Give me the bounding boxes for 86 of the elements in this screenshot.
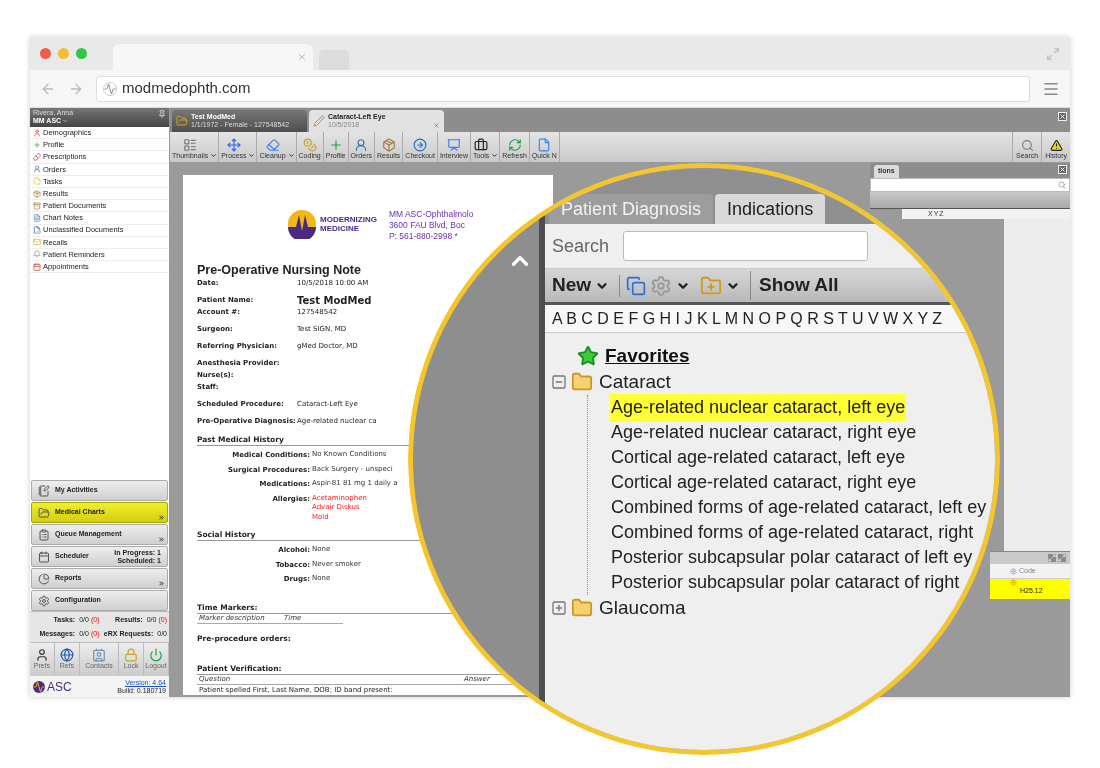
field-value: Test ModMed: [297, 293, 372, 308]
person-icon: [354, 138, 369, 152]
tree-item[interactable]: Age-related nuclear cataract, right eye: [610, 419, 918, 446]
person-icon: [33, 165, 41, 174]
warning-icon: [1049, 139, 1063, 152]
globe-icon: [59, 648, 74, 662]
logo-text: MODERNIZING: [320, 215, 377, 224]
tree-item[interactable]: Posterior subcapsular polar cataract of right: [610, 569, 961, 596]
notebook-icon: [38, 484, 50, 497]
copy-icon[interactable]: [626, 275, 647, 296]
clinic-address: 3600 FAU Blvd, Boc: [388, 220, 466, 231]
dropdown-caret-icon[interactable]: [491, 152, 499, 159]
tree-item[interactable]: Cortical age-related cataract, right eye: [610, 469, 918, 496]
double-chevron-icon: [158, 514, 165, 521]
document-icon: [33, 226, 41, 235]
lock-icon: [124, 648, 139, 662]
gear-icon: [1010, 567, 1017, 575]
search-field[interactable]: [623, 231, 869, 261]
fullscreen-icon[interactable]: [1046, 46, 1060, 61]
address-bar[interactable]: modmedophth.com: [96, 75, 1030, 102]
note-icon: [33, 177, 41, 186]
collapse-icon[interactable]: [551, 374, 567, 390]
pencil-icon: [313, 115, 325, 127]
arrow-circle-icon: [413, 138, 428, 152]
folder-icon: [38, 506, 50, 519]
folder-icon: [571, 371, 593, 393]
tree-item[interactable]: Combined forms of age-related cataract, right: [610, 519, 975, 546]
plus-icon: [328, 138, 343, 152]
clipboard-icon: [38, 528, 50, 541]
search-icon: [1020, 139, 1034, 152]
tree-item[interactable]: Age-related nuclear cataract, left eye: [610, 394, 907, 421]
tree-item[interactable]: Glaucoma: [599, 593, 686, 623]
logo-icon: [287, 209, 317, 239]
clinic-address: MM ASC-Ophthalmolo: [388, 209, 474, 220]
pin-icon[interactable]: [158, 110, 166, 118]
double-chevron-icon: [158, 536, 165, 543]
briefcase-icon: [474, 138, 489, 152]
box-icon: [381, 138, 396, 152]
eraser-icon: [265, 138, 280, 152]
bell-icon: [33, 250, 41, 259]
star-icon: [577, 345, 599, 367]
maximize-icon[interactable]: [1058, 554, 1066, 562]
tree-item[interactable]: Cortical age-related cataract, left eye: [610, 444, 907, 471]
logo-text: MEDICINE: [320, 224, 361, 233]
show-all-button[interactable]: Show All: [750, 271, 839, 300]
refresh-icon: [507, 138, 522, 152]
close-icon[interactable]: [433, 122, 440, 129]
arrows-icon: [226, 138, 241, 152]
folder-icon: [571, 597, 593, 619]
gear-icon: [1010, 579, 1017, 586]
search-icon: [1058, 181, 1066, 189]
new-button[interactable]: New: [552, 271, 610, 300]
board-icon: [446, 138, 461, 152]
calendar-icon: [38, 550, 50, 563]
panel-tab[interactable]: Indications: [715, 194, 826, 224]
person-icon: [34, 648, 49, 662]
file-icon: [537, 138, 552, 152]
note-title: Pre-Operative Nursing Note: [197, 263, 362, 277]
caret-icon: [62, 118, 69, 124]
clinic-address: P: 561-880-2998 *: [388, 231, 459, 242]
coins-icon: [302, 138, 317, 152]
list-icon: [183, 138, 198, 152]
site-logo-icon: [103, 81, 117, 96]
search-field[interactable]: [870, 178, 1070, 192]
dropdown-caret-icon[interactable]: [287, 152, 295, 159]
archive-icon: [33, 201, 41, 210]
power-icon: [149, 648, 163, 662]
expand-icon[interactable]: [551, 600, 567, 616]
settings-icon: [38, 594, 50, 607]
double-chevron-icon: [158, 580, 165, 587]
pie-chart-icon: [38, 572, 50, 585]
search-label: Search: [552, 234, 610, 258]
document-icon: [33, 213, 41, 222]
dropdown-caret-icon[interactable]: [210, 152, 218, 159]
brand-name: ASC: [47, 678, 72, 696]
logo-icon: [33, 680, 45, 693]
pill-icon: [33, 152, 41, 161]
tree-item[interactable]: Posterior subcapsular polar cataract of left ey: [610, 544, 974, 571]
tree-item[interactable]: Combined forms of age-related cataract, left ey: [610, 494, 988, 521]
contact-card-icon: [92, 648, 106, 662]
box-icon: [33, 189, 41, 198]
dropdown-caret-icon[interactable]: [248, 152, 256, 159]
envelope-icon: [33, 238, 41, 247]
person-icon: [33, 128, 41, 137]
plus-icon: [33, 140, 41, 149]
calendar-icon: [33, 262, 41, 271]
